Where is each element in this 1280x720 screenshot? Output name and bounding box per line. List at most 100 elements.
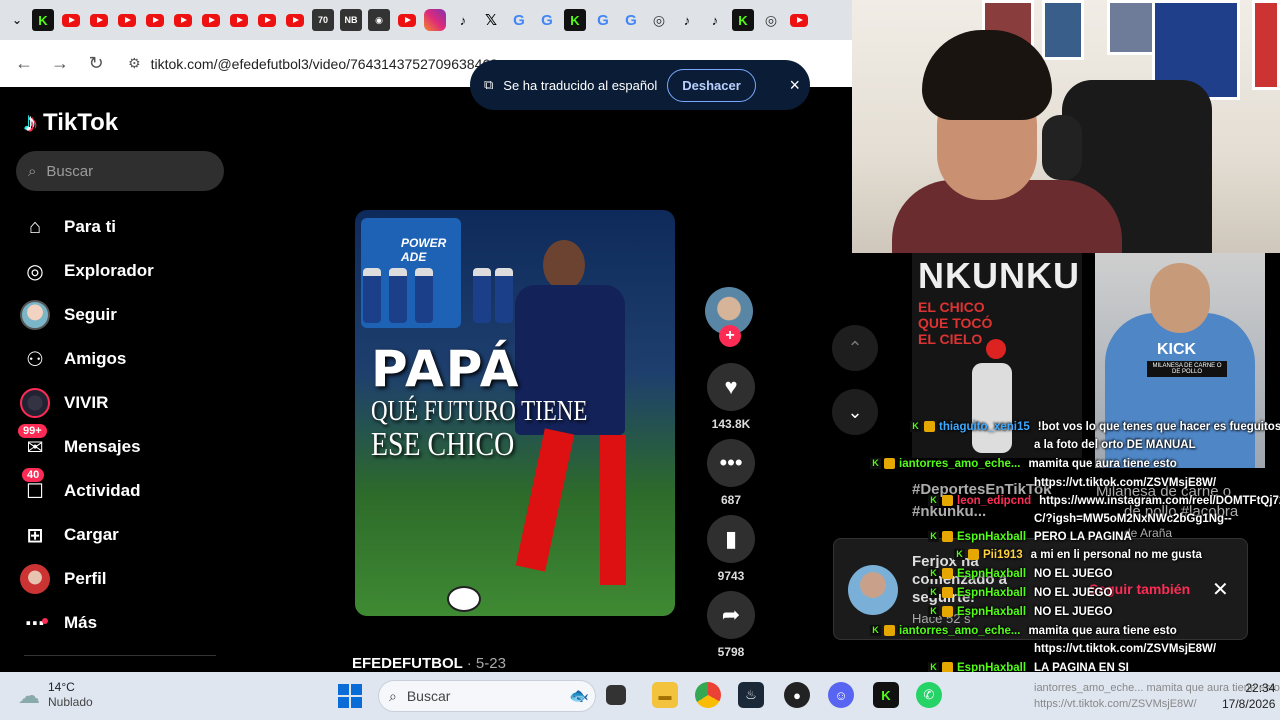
discord-icon[interactable]: ☺	[828, 682, 854, 708]
tab-youtube-favicon[interactable]	[200, 9, 222, 31]
tab-tiktok-favicon[interactable]: ♪	[452, 9, 474, 31]
whatsapp-icon[interactable]: ✆	[916, 682, 942, 708]
save-count: 9743	[717, 569, 745, 583]
app-icon[interactable]: ●	[784, 682, 810, 708]
search-input[interactable]: ⌕ Buscar	[16, 151, 224, 191]
chrome-icon[interactable]	[695, 682, 721, 708]
tab-youtube-favicon[interactable]	[60, 9, 82, 31]
tab-youtube-favicon[interactable]	[228, 9, 250, 31]
follower-avatar[interactable]	[848, 565, 898, 615]
chat-message: K EspnHaxball NO EL JUEGO	[928, 565, 1112, 583]
chat-username[interactable]: EspnHaxball	[957, 565, 1026, 583]
chat-username[interactable]: EspnHaxball	[957, 603, 1026, 621]
tab-tiktok-favicon[interactable]: ♪	[704, 9, 726, 31]
site-info-icon[interactable]: ⚙	[128, 55, 141, 72]
tab-youtube-favicon[interactable]	[284, 9, 306, 31]
chat-username[interactable]: EspnHaxball	[957, 528, 1026, 546]
tab-youtube-favicon[interactable]	[172, 9, 194, 31]
tab-google-favicon[interactable]: G	[536, 9, 558, 31]
taskbar-search[interactable]: ⌕ Buscar 🐟	[378, 680, 596, 712]
video-player[interactable]: POWER ADE PAPÁ QUÉ FUTURO TIENE ESE CHIC…	[355, 210, 675, 616]
chat-username[interactable]: Pii1913	[983, 546, 1023, 564]
tab-tiktok-favicon[interactable]: ♪	[676, 9, 698, 31]
heart-icon[interactable]: ♥	[707, 363, 755, 411]
tab-youtube-favicon[interactable]	[144, 9, 166, 31]
like-action[interactable]: ♥ 143.8K	[705, 363, 757, 431]
sidebar-item-mas[interactable]: ⋯ Más	[20, 601, 220, 645]
url-field[interactable]: ⚙ tiktok.com/@efedefutbol3/video/7643143…	[128, 55, 510, 72]
author-avatar[interactable]: +	[705, 287, 753, 347]
tab-google-favicon[interactable]: G	[508, 9, 530, 31]
tiktok-logo[interactable]: ♪ TikTok	[24, 107, 118, 138]
save-action[interactable]: ▮ 9743	[705, 515, 757, 583]
tab-youtube-favicon[interactable]	[788, 9, 810, 31]
reload-icon[interactable]: ↻	[78, 46, 114, 82]
tab-youtube-favicon[interactable]	[116, 9, 138, 31]
close-icon[interactable]: ×	[789, 75, 800, 96]
tab-search-chevron-icon[interactable]: ⌄	[8, 9, 26, 31]
chat-text: PERO LA PAGINA	[1034, 531, 1132, 543]
chat-message: a la foto del orto DE MANUAL	[1034, 436, 1196, 454]
subscriber-badge-icon	[942, 587, 953, 598]
tab-google-favicon[interactable]: G	[592, 9, 614, 31]
sidebar-item-label: Cargar	[64, 525, 119, 544]
chat-username[interactable]: iantorres_amo_eche...	[899, 455, 1020, 473]
task-view-icon[interactable]	[606, 685, 626, 705]
share-icon[interactable]: ➦	[707, 591, 755, 639]
undo-translate-button[interactable]: Deshacer	[667, 68, 756, 102]
bookmark-icon[interactable]: ▮	[707, 515, 755, 563]
kick-icon[interactable]: K	[873, 682, 899, 708]
video-author[interactable]: EFEDEFUTBOL · 5-23	[352, 655, 506, 672]
tab-github-favicon[interactable]: ◎	[648, 9, 670, 31]
kick-badge-icon: K	[870, 458, 881, 469]
tab-github-favicon[interactable]: ◎	[760, 9, 782, 31]
tab-kick-favicon[interactable]: K	[564, 9, 586, 31]
chat-username[interactable]: thiaguito_xeni15	[939, 418, 1030, 436]
chat-username[interactable]: iantorres_amo_eche...	[899, 622, 1020, 640]
sidebar-item-perfil[interactable]: Perfil	[20, 557, 220, 601]
tab-youtube-favicon[interactable]	[256, 9, 278, 31]
sidebar-item-label: Seguir	[64, 305, 117, 324]
windows-start-icon[interactable]	[338, 684, 362, 708]
weather-widget[interactable]: ☁ 14°C Nublado	[18, 680, 93, 710]
tab-misc-favicon[interactable]: 70	[312, 9, 334, 31]
chat-username[interactable]: EspnHaxball	[957, 584, 1026, 602]
sidebar-item-actividad[interactable]: ☐ 40 Actividad	[20, 468, 220, 513]
close-icon[interactable]: ✕	[1212, 577, 1229, 602]
comment-icon[interactable]: •••	[707, 439, 755, 487]
sidebar-item-para-ti[interactable]: ⌂ Para ti	[20, 205, 220, 249]
tab-instagram-favicon[interactable]	[424, 9, 446, 31]
back-arrow-icon[interactable]: ←	[6, 46, 42, 82]
previous-video-chevron-up-icon[interactable]: ⌃	[832, 325, 878, 371]
sidebar-divider	[24, 655, 216, 656]
share-count: 5798	[717, 645, 745, 659]
share-action[interactable]: ➦ 5798	[705, 591, 757, 659]
sidebar-item-explorador[interactable]: ◎ Explorador	[20, 249, 220, 293]
tab-x-favicon[interactable]: 𝕏	[480, 9, 502, 31]
bottle	[389, 268, 407, 323]
tab-misc-favicon[interactable]: ◉	[368, 9, 390, 31]
cooler-brand: POWER ADE	[401, 236, 447, 264]
comment-action[interactable]: ••• 687	[705, 439, 757, 507]
tab-youtube-favicon[interactable]	[88, 9, 110, 31]
tab-misc-favicon[interactable]: NB	[340, 9, 362, 31]
chat-username[interactable]: leon_edipcnd	[957, 492, 1031, 510]
file-explorer-icon[interactable]: ▬	[652, 682, 678, 708]
sidebar-item-vivir[interactable]: VIVIR	[20, 381, 220, 425]
sidebar-item-amigos[interactable]: ⚇ Amigos	[20, 337, 220, 381]
sidebar-item-mensajes[interactable]: ✉ 99+ Mensajes	[18, 424, 220, 469]
next-video-chevron-down-icon[interactable]: ⌄	[832, 389, 878, 435]
tab-kick-favicon[interactable]: K	[32, 9, 54, 31]
sidebar-item-seguir[interactable]: Seguir	[20, 293, 220, 337]
follow-plus-icon[interactable]: +	[719, 325, 741, 347]
kick-logo-text: KICK	[1157, 341, 1197, 358]
system-clock[interactable]: 22:34 17/8/2026	[1222, 680, 1275, 712]
tab-google-favicon[interactable]: G	[620, 9, 642, 31]
tab-youtube-favicon[interactable]	[396, 9, 418, 31]
subscriber-badge-icon	[924, 421, 935, 432]
wall-poster	[1252, 0, 1280, 90]
forward-arrow-icon[interactable]: →	[42, 46, 78, 82]
steam-icon[interactable]: ♨	[738, 682, 764, 708]
tab-kick-favicon[interactable]: K	[732, 9, 754, 31]
sidebar-item-cargar[interactable]: ⊞ Cargar	[20, 513, 220, 557]
